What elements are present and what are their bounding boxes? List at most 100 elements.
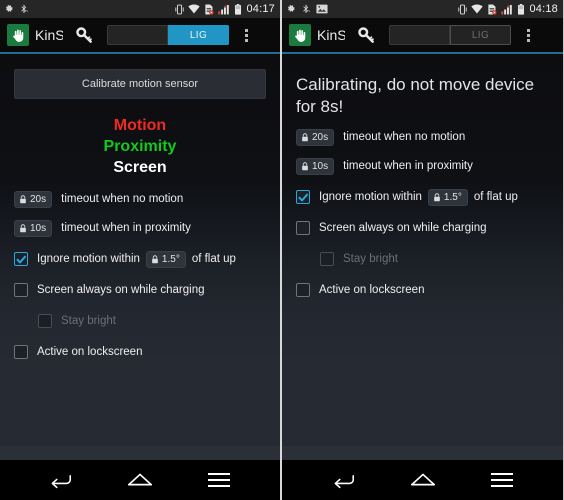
ignore-motion-angle-value: 1.5° <box>161 253 180 265</box>
ignore-motion-checkbox[interactable] <box>14 252 28 266</box>
settings-list: 20s timeout when no motion 10s timeout w… <box>14 188 266 370</box>
nav-strip <box>0 446 280 460</box>
mode-toggle-left[interactable] <box>107 25 168 45</box>
setting-stay-bright: Stay bright <box>14 310 266 332</box>
timeout-no-motion-badge[interactable]: 20s <box>296 128 335 146</box>
setting-screen-always-on-charging[interactable]: Screen always on while charging <box>14 279 266 301</box>
settings-list: 20s timeout when no motion 10s timeout w… <box>296 126 549 308</box>
setting-screen-always-on-charging[interactable]: Screen always on while charging <box>296 217 549 239</box>
timeout-proximity-badge[interactable]: 10s <box>14 219 53 237</box>
lock-icon <box>302 132 308 141</box>
status-bar-right-icons: 04:17 <box>175 3 275 15</box>
mode-toggle-group[interactable]: LIG <box>107 25 229 45</box>
screenshot-image-icon <box>316 4 328 14</box>
nav-strip <box>282 446 563 460</box>
lock-icon <box>20 194 26 203</box>
sensor-readout-motion: Motion <box>113 117 167 134</box>
back-icon[interactable] <box>324 460 364 500</box>
screen-always-on-checkbox[interactable] <box>296 221 310 235</box>
signal-bars-icon <box>218 3 230 15</box>
stay-bright-checkbox <box>38 314 52 328</box>
setting-timeout-proximity[interactable]: 10s timeout when in proximity <box>296 155 549 177</box>
setting-timeout-no-motion[interactable]: 20s timeout when no motion <box>296 126 549 148</box>
back-icon[interactable] <box>41 460 81 500</box>
timeout-proximity-badge[interactable]: 10s <box>296 157 335 175</box>
action-bar: KinS LIG <box>0 18 280 54</box>
navigation-bar <box>0 460 280 500</box>
sd-card-error-icon <box>204 4 215 15</box>
lock-icon <box>20 223 26 232</box>
setting-ignore-motion[interactable]: Ignore motion within 1.5° of flat up <box>296 186 549 208</box>
screen-always-on-checkbox[interactable] <box>14 283 28 297</box>
vibrate-icon <box>458 4 468 15</box>
hand-app-icon[interactable] <box>289 24 311 46</box>
bluetooth-off-icon <box>301 4 311 14</box>
active-on-lockscreen-checkbox[interactable] <box>296 283 310 297</box>
timeout-no-motion-badge[interactable]: 20s <box>14 190 53 208</box>
active-on-lockscreen-checkbox[interactable] <box>14 345 28 359</box>
status-bar-clock: 04:17 <box>246 3 275 15</box>
status-bar: 04:18 <box>282 0 563 18</box>
timeout-proximity-label: timeout when in proximity <box>61 222 191 234</box>
setting-ignore-motion[interactable]: Ignore motion within 1.5° of flat up <box>14 248 266 270</box>
phone-screen-before-calibration: 04:17 KinS LIG Calibrate motion sensor M… <box>0 0 281 500</box>
app-title: KinS <box>317 27 345 43</box>
navigation-bar <box>282 460 563 500</box>
home-icon[interactable] <box>120 460 160 500</box>
battery-icon <box>234 3 242 15</box>
setting-active-on-lockscreen[interactable]: Active on lockscreen <box>14 341 266 363</box>
phone-screen-during-calibration: 04:18 KinS LIG Calibrating, do not move … <box>281 0 563 500</box>
screenshot-root: 04:17 KinS LIG Calibrate motion sensor M… <box>0 0 564 500</box>
sd-card-error-icon <box>487 4 498 15</box>
lock-icon <box>152 254 158 263</box>
setting-timeout-proximity[interactable]: 10s timeout when in proximity <box>14 217 266 239</box>
mode-toggle-group[interactable]: LIG <box>389 25 511 45</box>
bluetooth-off-icon <box>19 4 29 14</box>
wifi-icon <box>188 4 201 14</box>
mode-toggle-right[interactable]: LIG <box>450 25 511 45</box>
lock-icon <box>434 192 440 201</box>
setting-active-on-lockscreen[interactable]: Active on lockscreen <box>296 279 549 301</box>
setting-stay-bright: Stay bright <box>296 248 549 270</box>
ignore-motion-label-after: of flat up <box>473 191 518 203</box>
screen-always-on-label: Screen always on while charging <box>319 222 487 234</box>
settings-gear-icon <box>286 4 296 14</box>
hand-app-icon[interactable] <box>7 24 29 46</box>
check-icon <box>15 255 26 263</box>
timeout-no-motion-value: 20s <box>312 131 329 143</box>
lock-icon <box>302 161 308 170</box>
sensor-readouts: Motion Proximity Screen <box>14 115 266 178</box>
ignore-motion-label-before: Ignore motion within <box>319 191 422 203</box>
app-title: KinS <box>35 27 63 43</box>
timeout-proximity-label: timeout when in proximity <box>343 160 473 172</box>
calibrate-motion-sensor-button[interactable]: Calibrate motion sensor <box>14 69 266 99</box>
ignore-motion-checkbox[interactable] <box>296 190 310 204</box>
calibrating-banner: Calibrating, do not move device for 8s! <box>296 75 535 117</box>
timeout-no-motion-label: timeout when no motion <box>343 131 466 143</box>
mode-toggle-left[interactable] <box>389 25 450 45</box>
main-content: Calibrating, do not move device for 8s! … <box>282 54 563 446</box>
recent-apps-icon[interactable] <box>482 460 522 500</box>
wifi-icon <box>471 4 484 14</box>
home-icon[interactable] <box>403 460 443 500</box>
timeout-proximity-value: 10s <box>30 222 47 234</box>
overflow-menu-icon[interactable] <box>517 20 539 50</box>
key-icon[interactable] <box>69 20 99 50</box>
key-icon[interactable] <box>351 20 381 50</box>
main-content: Calibrate motion sensor Motion Proximity… <box>0 54 280 446</box>
settings-gear-icon <box>4 4 14 14</box>
recent-apps-icon[interactable] <box>199 460 239 500</box>
active-on-lockscreen-label: Active on lockscreen <box>37 346 143 358</box>
stay-bright-label: Stay bright <box>61 315 116 327</box>
action-bar: KinS LIG <box>282 18 563 54</box>
timeout-no-motion-value: 20s <box>30 193 47 205</box>
overflow-menu-icon[interactable] <box>235 20 257 50</box>
timeout-proximity-value: 10s <box>312 160 329 172</box>
stay-bright-checkbox <box>320 252 334 266</box>
setting-timeout-no-motion[interactable]: 20s timeout when no motion <box>14 188 266 210</box>
ignore-motion-angle-badge[interactable]: 1.5° <box>427 188 468 206</box>
ignore-motion-angle-badge[interactable]: 1.5° <box>145 250 186 268</box>
status-bar-left-icons <box>4 4 29 14</box>
status-bar-clock: 04:18 <box>529 3 558 15</box>
mode-toggle-right[interactable]: LIG <box>168 25 229 45</box>
